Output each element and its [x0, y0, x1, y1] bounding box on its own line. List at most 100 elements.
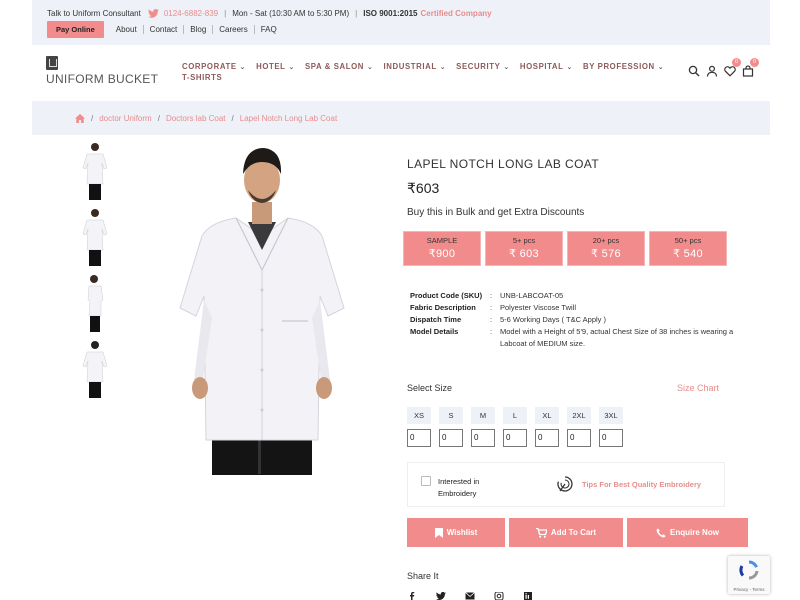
size-label: 3XL — [599, 407, 623, 424]
pay-online-button[interactable]: Pay Online — [47, 21, 104, 38]
breadcrumb-current: Lapel Notch Long Lab Coat — [239, 113, 338, 123]
nav-hospital-label: HOSPITAL — [519, 62, 564, 71]
price-tier-5[interactable]: 5+ pcs ₹ 603 — [485, 231, 563, 266]
enquire-now-button[interactable]: Enquire Now — [627, 518, 748, 547]
product-price: ₹603 — [407, 180, 440, 196]
spec-label: Dispatch Time — [410, 315, 462, 324]
spec-label: Product Code (SKU) — [410, 291, 483, 300]
tier-label: 50+ pcs — [674, 236, 702, 245]
instagram-icon[interactable] — [494, 591, 504, 600]
qty-input-xl[interactable]: 0 — [535, 429, 559, 447]
size-xl: XL 0 — [535, 407, 567, 447]
linkedin-icon[interactable] — [523, 592, 533, 600]
careers-link[interactable]: Careers — [213, 25, 255, 34]
nav-industrial[interactable]: INDUSTRIAL ⌄ — [383, 62, 446, 83]
size-3xl: 3XL 0 — [599, 407, 631, 447]
nav-security[interactable]: SECURITY ⌄ — [456, 62, 510, 83]
spec-value: Model with a Height of 5'9, actual Chest… — [500, 327, 734, 348]
logo[interactable]: UNIFORM BUCKET — [46, 56, 158, 86]
nav-by-profession[interactable]: BY PROFESSION ⌄ — [583, 62, 664, 83]
size-selector: XS 0 S 0 M 0 L 0 XL 0 2XL 0 3XL 0 — [407, 407, 631, 447]
nav-corporate-label: CORPORATE — [182, 62, 237, 71]
consultant-text: Talk to Uniform Consultant — [47, 9, 141, 18]
embroidery-checkbox[interactable] — [421, 476, 431, 486]
chevron-down-icon: ⌄ — [439, 64, 447, 71]
twitter-share-icon[interactable] — [436, 591, 446, 600]
nav-hospital[interactable]: HOSPITAL ⌄ — [520, 62, 573, 83]
tier-label: 20+ pcs — [592, 236, 620, 245]
email-icon[interactable] — [465, 592, 475, 600]
search-icon[interactable] — [688, 65, 700, 77]
wishlist-button-label: Wishlist — [446, 528, 478, 537]
select-size-label: Select Size — [407, 383, 453, 393]
breadcrumb-doctors-lab-coat[interactable]: Doctors lab Coat — [166, 114, 226, 123]
size-s: S 0 — [439, 407, 471, 447]
nav-security-label: SECURITY — [456, 62, 501, 71]
spec-value: 5-6 Working Days ( T&C Apply ) — [500, 315, 607, 324]
recaptcha-badge[interactable]: Privacy - Terms — [728, 556, 770, 594]
chevron-down-icon: ⌄ — [367, 64, 374, 71]
size-label: S — [439, 407, 463, 424]
price-tier-20[interactable]: 20+ pcs ₹ 576 — [567, 231, 645, 266]
spec-model: Model Details : Model with a Height of 5… — [410, 326, 740, 350]
product-title: LAPEL NOTCH LONG LAB COAT — [407, 157, 600, 171]
contact-link[interactable]: Contact — [144, 25, 185, 34]
size-m: M 0 — [471, 407, 503, 447]
share-label: Share It — [407, 571, 439, 581]
qty-input-xs[interactable]: 0 — [407, 429, 431, 447]
embroidery-tips-link[interactable]: Tips For Best Quality Embroidery — [582, 480, 701, 489]
main-nav: CORPORATE ⌄ T-SHIRTS HOTEL ⌄ SPA & SALON ⌄ … — [182, 62, 674, 83]
cart-header-button[interactable]: 0 — [742, 58, 759, 77]
product-specs: Product Code (SKU) : UNB-LABCOAT-05 Fabr… — [410, 290, 740, 350]
bookmark-icon — [434, 527, 443, 538]
qty-input-m[interactable]: 0 — [471, 429, 495, 447]
embroidery-label: Interested in Embroidery — [438, 477, 480, 498]
nav-spa-salon[interactable]: SPA & SALON ⌄ — [305, 62, 373, 83]
user-icon[interactable] — [706, 65, 718, 77]
phone-number[interactable]: 0124-6882-839 — [164, 9, 218, 18]
thumbnail-front-2[interactable] — [78, 206, 112, 268]
faq-link[interactable]: FAQ — [255, 25, 283, 34]
breadcrumb-doctor-uniform[interactable]: doctor Uniform — [99, 114, 151, 123]
thumbnail-side[interactable] — [78, 272, 112, 334]
price-tier-sample[interactable]: SAMPLE ₹900 — [403, 231, 481, 266]
spec-label: Model Details — [410, 327, 459, 336]
add-to-cart-button[interactable]: Add To Cart — [509, 518, 623, 547]
qty-input-s[interactable]: 0 — [439, 429, 463, 447]
iso-label: ISO 9001:2015 — [363, 9, 418, 18]
size-chart-link[interactable]: Size Chart — [677, 383, 719, 393]
breadcrumb: / doctor Uniform / Doctors lab Coat / La… — [32, 101, 770, 135]
logo-mark-icon — [46, 56, 58, 70]
page: Talk to Uniform Consultant 0124-6882-839… — [32, 0, 770, 600]
thumbnail-back[interactable] — [78, 338, 112, 400]
thumbnail-front[interactable] — [78, 140, 112, 202]
qty-input-2xl[interactable]: 0 — [567, 429, 591, 447]
enquire-now-label: Enquire Now — [670, 528, 719, 537]
home-icon[interactable] — [75, 113, 85, 123]
contact-line: Talk to Uniform Consultant 0124-6882-839… — [47, 9, 492, 18]
phone-icon — [656, 528, 666, 537]
qty-input-3xl[interactable]: 0 — [599, 429, 623, 447]
recaptcha-text[interactable]: Privacy - Terms — [728, 587, 770, 592]
about-link[interactable]: About — [110, 25, 144, 34]
product-main-image[interactable] — [172, 140, 352, 476]
spec-dispatch: Dispatch Time : 5-6 Working Days ( T&C A… — [410, 314, 740, 326]
blog-link[interactable]: Blog — [184, 25, 214, 34]
facebook-icon[interactable] — [407, 592, 417, 600]
nav-hotel[interactable]: HOTEL ⌄ — [256, 62, 295, 83]
size-l: L 0 — [503, 407, 535, 447]
chevron-down-icon: ⌄ — [566, 64, 573, 71]
wishlist-count-badge: 0 — [732, 58, 741, 67]
tier-label: SAMPLE — [426, 236, 458, 245]
wishlist-header-button[interactable]: 0 — [724, 58, 741, 77]
nav-industrial-label: INDUSTRIAL — [383, 62, 437, 71]
embroidery-box: Interested in Embroidery Tips For Best Q… — [407, 462, 725, 507]
nav-spa-label: SPA & SALON — [305, 62, 365, 71]
nav-corporate[interactable]: CORPORATE ⌄ T-SHIRTS — [182, 62, 246, 83]
size-label: XL — [535, 407, 559, 424]
price-tier-50[interactable]: 50+ pcs ₹ 540 — [649, 231, 727, 266]
cart-count-badge: 0 — [750, 58, 759, 67]
wishlist-button[interactable]: Wishlist — [407, 518, 505, 547]
qty-input-l[interactable]: 0 — [503, 429, 527, 447]
chevron-down-icon: ⌄ — [657, 64, 665, 71]
